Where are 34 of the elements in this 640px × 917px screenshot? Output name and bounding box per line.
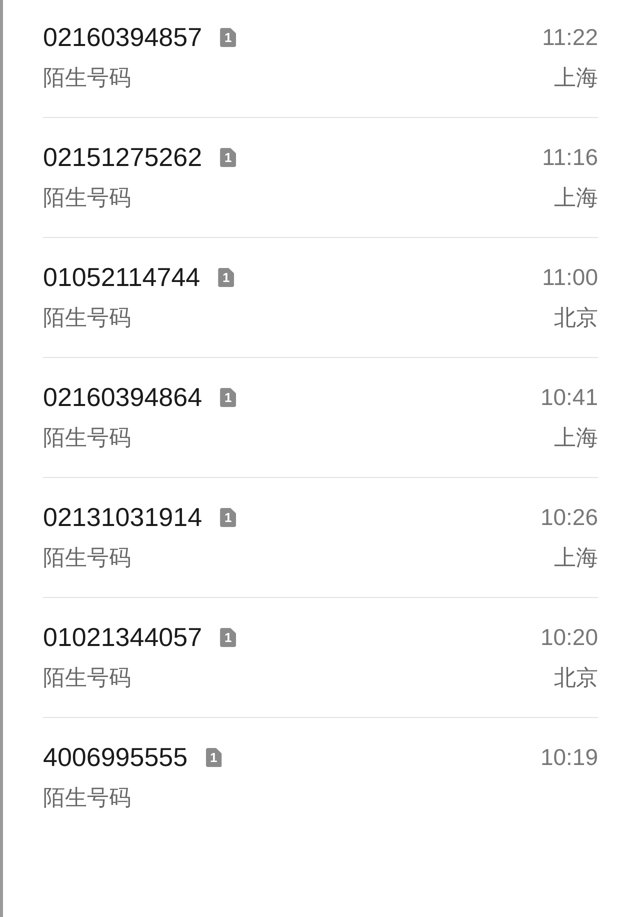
caller-location: 上海 [554, 425, 598, 453]
caller-label: 陌生号码 [43, 545, 132, 573]
caller-label: 陌生号码 [43, 665, 132, 693]
call-time: 10:26 [540, 504, 598, 531]
caller-label: 陌生号码 [43, 305, 132, 333]
caller-location: 上海 [554, 545, 598, 573]
call-time: 10:20 [540, 624, 598, 651]
call-time: 10:19 [540, 744, 598, 771]
call-time: 11:16 [542, 144, 598, 171]
sim-badge: 1 [206, 748, 222, 767]
sim-badge: 1 [218, 268, 234, 287]
sim-badge: 1 [220, 628, 236, 647]
caller-location: 上海 [554, 185, 598, 213]
caller-label: 陌生号码 [43, 65, 132, 93]
caller-location: 上海 [554, 65, 598, 93]
sim-badge: 1 [220, 28, 236, 47]
phone-number: 02151275262 [43, 142, 202, 173]
call-time: 10:41 [540, 384, 598, 411]
phone-number: 02160394864 [43, 382, 202, 413]
caller-location: 北京 [554, 665, 598, 693]
call-time: 11:00 [542, 264, 598, 291]
phone-number: 01021344057 [43, 622, 202, 653]
caller-label: 陌生号码 [43, 185, 132, 213]
phone-number: 02131031914 [43, 502, 202, 533]
caller-label: 陌生号码 [43, 425, 132, 453]
call-time: 11:22 [542, 24, 598, 51]
phone-number: 4006995555 [43, 742, 188, 773]
phone-number: 02160394857 [43, 22, 202, 53]
sim-badge: 1 [220, 388, 236, 407]
sim-badge: 1 [220, 148, 236, 167]
sim-badge: 1 [220, 508, 236, 527]
phone-number: 01052114744 [43, 262, 200, 293]
caller-label: 陌生号码 [43, 785, 132, 813]
caller-location: 北京 [554, 305, 598, 333]
